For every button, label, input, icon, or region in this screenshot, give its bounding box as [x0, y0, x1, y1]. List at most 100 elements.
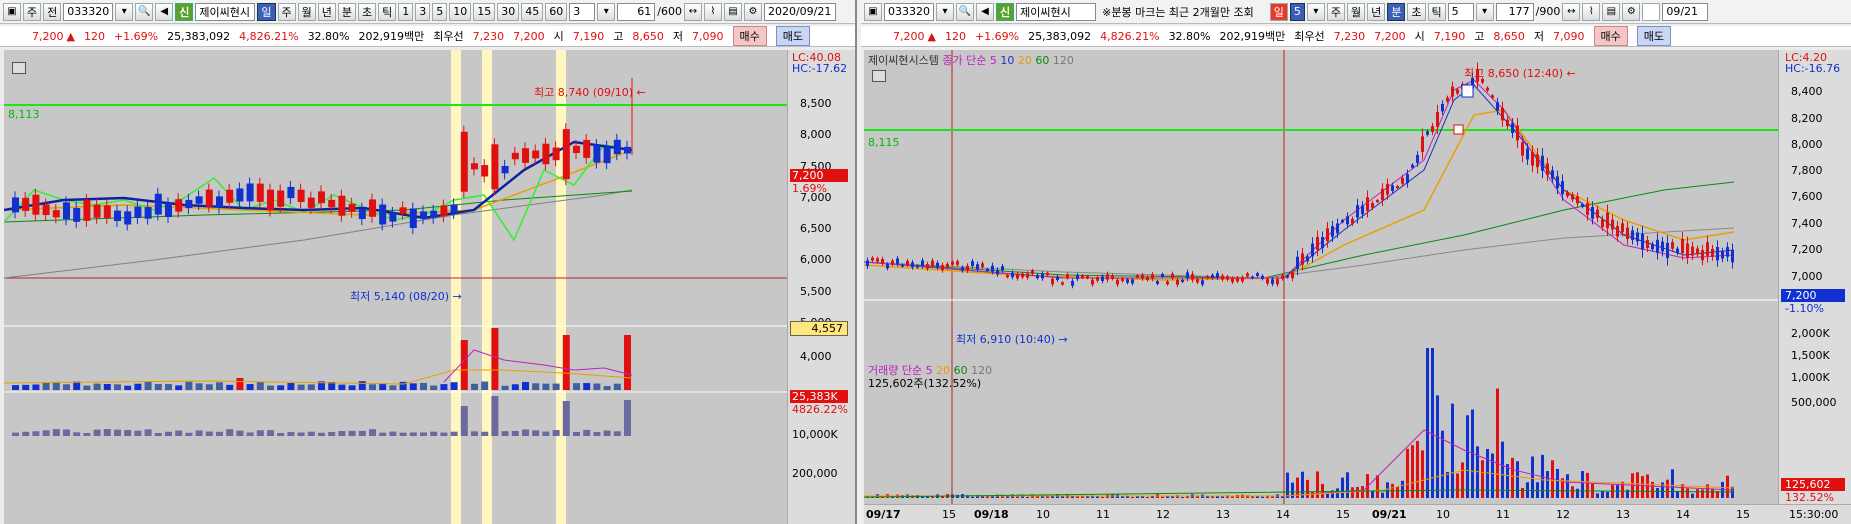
trend-icon[interactable]: ⌇	[1582, 2, 1601, 21]
candle	[277, 190, 285, 207]
left-chart-pane: ▣ 주 전 033320 ▾ 🔍 ◀ 신 제이씨현시 일 주 월 년 분 초 틱…	[0, 0, 857, 524]
count-input[interactable]: 177	[1495, 2, 1534, 21]
volume-bar	[287, 383, 295, 390]
volume-bar	[73, 381, 81, 390]
minute-15[interactable]: 15	[473, 2, 496, 21]
price-change: 120	[83, 29, 105, 43]
speaker-icon[interactable]: ◀	[976, 2, 994, 21]
candle	[491, 144, 499, 190]
fit-icon[interactable]: ↔	[683, 2, 702, 21]
candle	[409, 208, 417, 229]
candle	[1176, 279, 1179, 285]
price-tick-label: 8,500	[800, 97, 832, 110]
speaker-icon[interactable]: ◀	[155, 2, 174, 21]
stock-code-input[interactable]: 033320	[63, 2, 114, 21]
volume-bar	[63, 384, 70, 390]
stock-code-input[interactable]: 033320	[884, 2, 934, 21]
dropdown-icon[interactable]: ▾	[1306, 2, 1325, 21]
date-input[interactable]: 09/21	[1662, 2, 1709, 21]
sub-volume-bar	[287, 432, 295, 436]
candle	[1251, 276, 1254, 279]
n-value-input[interactable]: 3	[569, 2, 596, 21]
candle	[916, 265, 919, 268]
minute-45[interactable]: 45	[521, 2, 544, 21]
sell-button[interactable]: 매도	[775, 26, 810, 46]
left-price-chart[interactable]: 8,113 최고 8,740 (09/10) ← 최저 5,140 (08/20…	[4, 50, 787, 524]
candle	[348, 203, 356, 212]
right-price-chart[interactable]: 제이씨현시스템 종가 단순 5 10 20 60 120 8,115 최고 8,…	[864, 50, 1778, 504]
period-month[interactable]: 월	[1347, 2, 1366, 21]
tick-value-input[interactable]: 5	[1447, 2, 1474, 21]
window-icon[interactable]: ▣	[3, 2, 21, 21]
period-second[interactable]: 초	[1407, 2, 1426, 21]
gear-icon[interactable]: ⚙	[743, 2, 762, 21]
candle	[1261, 275, 1264, 279]
volume-bar	[1641, 476, 1644, 498]
save-icon[interactable]: ▤	[723, 2, 742, 21]
candle	[1226, 276, 1229, 280]
minute-5[interactable]: 5	[432, 2, 448, 21]
period-week[interactable]: 주	[277, 2, 296, 21]
candle	[267, 189, 274, 211]
save-icon[interactable]: ▤	[1602, 2, 1621, 21]
candle	[1066, 274, 1069, 278]
candle	[1181, 279, 1184, 282]
dropdown-icon[interactable]: ▾	[115, 2, 134, 21]
window-icon[interactable]: ▣	[864, 2, 882, 21]
minute-30[interactable]: 30	[497, 2, 520, 21]
sub-volume-bar	[501, 431, 509, 436]
period-tick[interactable]: 틱	[1427, 2, 1446, 21]
candle	[1406, 174, 1409, 184]
dropdown-icon[interactable]: ▾	[936, 2, 954, 21]
volume-bar	[491, 328, 499, 390]
bid-price-2: 7,200	[513, 29, 545, 43]
minute-60[interactable]: 60	[545, 2, 568, 21]
candle	[481, 165, 489, 177]
right-chart-pane: ▣ 033320 ▾ 🔍 ◀ 신 제이씨현시 ※분봉 마크는 최근 2개월만 조…	[861, 0, 1851, 524]
sub-volume-bar	[124, 429, 132, 436]
period-tick[interactable]: 틱	[378, 2, 397, 21]
dropdown-icon[interactable]: ▾	[597, 2, 616, 21]
search-icon[interactable]: 🔍	[956, 2, 974, 21]
fit-icon[interactable]: ↔	[1562, 2, 1581, 21]
minute-10[interactable]: 10	[449, 2, 472, 21]
volume-bar	[1696, 489, 1699, 498]
period-week[interactable]: 주	[1326, 2, 1346, 21]
chart-settings-icon[interactable]	[872, 70, 886, 82]
period-minute[interactable]: 분	[337, 2, 356, 21]
gear-icon[interactable]: ⚙	[1622, 2, 1641, 21]
sell-button[interactable]: 매도	[1636, 26, 1671, 46]
candle	[936, 262, 939, 268]
type-select[interactable]: 전	[43, 2, 62, 21]
turnover: 32.80%	[307, 29, 350, 43]
period-year[interactable]: 년	[317, 2, 336, 21]
chart-settings-icon[interactable]	[12, 62, 26, 74]
period-month[interactable]: 월	[297, 2, 316, 21]
period-minute[interactable]: 분	[1387, 2, 1406, 21]
buy-button[interactable]: 매수	[732, 26, 767, 46]
minute-1[interactable]: 1	[398, 2, 414, 21]
date-input[interactable]: 2020/09/21	[763, 2, 836, 21]
buy-button[interactable]: 매수	[1593, 26, 1628, 46]
search-icon[interactable]: 🔍	[135, 2, 154, 21]
period-count[interactable]: 5	[1289, 2, 1305, 21]
count-input[interactable]: 61	[617, 2, 656, 21]
candle	[318, 191, 325, 204]
volume-bar	[1436, 395, 1439, 498]
candle	[1101, 276, 1104, 282]
time-tick-label: 13	[1616, 508, 1630, 521]
period-year[interactable]: 년	[1367, 2, 1386, 21]
checkbox-icon[interactable]	[1642, 2, 1661, 21]
period-day[interactable]: 일	[257, 2, 276, 21]
sub-volume-bar	[165, 431, 172, 436]
sub-volume-bar	[83, 432, 91, 436]
dropdown-icon[interactable]: ▾	[1475, 2, 1494, 21]
market-select[interactable]: 주	[23, 2, 42, 21]
period-day[interactable]: 일	[1269, 2, 1288, 21]
volume-bar	[124, 385, 132, 390]
volume-bar	[1426, 348, 1429, 498]
trend-icon[interactable]: ⌇	[703, 2, 722, 21]
minute-3[interactable]: 3	[415, 2, 431, 21]
candle	[1146, 277, 1149, 281]
period-second[interactable]: 초	[358, 2, 377, 21]
